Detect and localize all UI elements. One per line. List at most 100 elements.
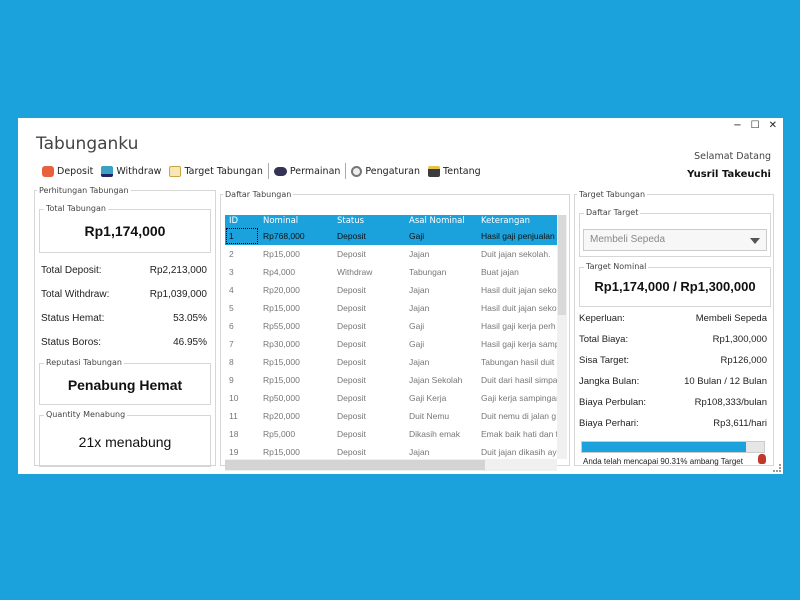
stat-status-hemat: Status Hemat: 53.05% — [41, 313, 207, 324]
reputasi-label: Reputasi Tabungan — [44, 358, 124, 367]
target-tabungan-button[interactable]: Target Tabungan — [165, 162, 266, 180]
stat-value: Rp2,213,000 — [149, 265, 207, 276]
tabungan-grid[interactable]: ID Nominal Status Asal Nominal Keteranga… — [225, 215, 557, 471]
target-nominal-box: Target Nominal Rp1,174,000 / Rp1,300,000 — [579, 262, 771, 307]
toolbar-divider — [345, 163, 347, 179]
column-header[interactable]: Keterangan — [477, 215, 557, 227]
selected-target: Membeli Sepeda — [590, 234, 666, 245]
column-header[interactable]: ID — [225, 215, 259, 227]
resize-grip-icon[interactable] — [773, 464, 781, 472]
target-tabungan-panel: Target Tabungan Daftar Target Membeli Se… — [574, 190, 774, 466]
column-header[interactable]: Asal Nominal — [405, 215, 477, 227]
permainan-label: Permainan — [289, 165, 341, 177]
table-cell: Hasil duit jajan seko — [481, 285, 557, 295]
table-cell: Duit Nemu — [409, 411, 450, 421]
detail-jangka-bulan: Jangka Bulan: 10 Bulan / 12 Bulan — [579, 376, 767, 387]
table-row[interactable]: 1 Rp768,000 Deposit Gaji Hasil gaji penjuala… — [225, 227, 557, 245]
app-title: Tabunganku — [36, 134, 139, 154]
column-header[interactable]: Nominal — [259, 215, 333, 227]
table-cell: Duit dari hasil simpa — [481, 375, 557, 385]
vertical-scrollbar[interactable] — [557, 215, 567, 459]
table-cell: Rp55,000 — [263, 321, 300, 331]
stat-label: Status Boros: — [41, 337, 102, 348]
detail-keperluan: Keperluan: Membeli Sepeda — [579, 313, 767, 324]
scroll-thumb[interactable] — [225, 460, 485, 470]
withdraw-icon — [101, 165, 114, 177]
app-window: Tabunganku − ☐ ✕ Selamat Datang Yusril T… — [18, 118, 783, 474]
table-cell: Gaji — [409, 321, 425, 331]
table-cell: 18 — [229, 429, 239, 439]
minimize-button[interactable]: − — [733, 120, 741, 131]
target-tabungan-label: Target Tabungan — [184, 165, 263, 177]
daftar-tabungan-panel: Daftar Tabungan ID Nominal Status Asal N… — [220, 190, 570, 471]
close-button[interactable]: ✕ — [769, 120, 777, 131]
trophy-icon — [758, 454, 766, 464]
table-header: ID Nominal Status Asal Nominal Keteranga… — [225, 215, 557, 227]
table-cell: 8 — [229, 357, 234, 367]
table-row[interactable]: 8 Rp15,000 Deposit Jajan Tabungan hasil duit — [225, 353, 557, 371]
table-cell: Rp15,000 — [263, 375, 300, 385]
horizontal-scrollbar[interactable] — [225, 459, 557, 471]
permainan-button[interactable]: Permainan — [270, 162, 345, 180]
table-cell: Withdraw — [337, 267, 373, 277]
detail-biaya-perhari: Biaya Perhari: Rp3,611/hari — [579, 418, 767, 429]
table-row[interactable]: 5 Rp15,000 Deposit Jajan Hasil duit jajan se… — [225, 299, 557, 317]
detail-label: Biaya Perbulan: — [579, 397, 647, 408]
pengaturan-label: Pengaturan — [365, 165, 421, 177]
table-cell: Gaji — [409, 339, 425, 349]
target-nominal-label: Target Nominal — [584, 262, 649, 271]
detail-sisa-target: Sisa Target: Rp126,000 — [579, 355, 767, 366]
table-cell: Hasil gaji kerja perh — [481, 321, 556, 331]
deposit-button[interactable]: Deposit — [38, 162, 97, 180]
detail-label: Keperluan: — [579, 313, 625, 324]
table-cell: Rp50,000 — [263, 393, 300, 403]
pengaturan-button[interactable]: Pengaturan — [347, 162, 424, 180]
gear-icon — [351, 165, 363, 177]
maximize-button[interactable]: ☐ — [751, 120, 760, 131]
table-row[interactable]: 10 Rp50,000 Deposit Gaji Kerja Gaji kerja sa… — [225, 389, 557, 407]
target-tabungan-legend: Target Tabungan — [579, 190, 646, 199]
perhitungan-panel: Perhitungan Tabungan Total Tabungan Rp1,… — [34, 186, 216, 467]
tentang-button[interactable]: Tentang — [424, 162, 485, 180]
total-tabungan-label: Total Tabungan — [44, 204, 108, 213]
table-cell: Deposit — [337, 429, 366, 439]
table-row[interactable]: 11 Rp20,000 Deposit Duit Nemu Duit nemu di j… — [225, 407, 557, 425]
table-cell: Deposit — [337, 393, 366, 403]
table-cell: Rp768,000 — [259, 227, 333, 245]
table-row[interactable]: 18 Rp5,000 Deposit Dikasih emak Emak baik ha… — [225, 425, 557, 443]
welcome-text: Selamat Datang — [694, 151, 771, 162]
target-progress-bar — [581, 441, 765, 453]
table-cell: Duit nemu di jalan g — [481, 411, 557, 421]
table-row[interactable]: 6 Rp55,000 Deposit Gaji Hasil gaji kerja per… — [225, 317, 557, 335]
toolbar: Deposit Withdraw Target Tabungan Permain… — [38, 162, 485, 180]
detail-value: Rp126,000 — [720, 355, 767, 366]
toolbar-divider — [267, 163, 269, 179]
table-cell: Tabungan — [409, 267, 447, 277]
table-row[interactable]: 2 Rp15,000 Deposit Jajan Duit jajan sekolah. — [225, 245, 557, 263]
table-cell: Tabungan hasil duit — [481, 357, 555, 367]
stat-label: Total Withdraw: — [41, 289, 110, 300]
withdraw-label: Withdraw — [116, 165, 162, 177]
table-cell: 11 — [229, 411, 238, 421]
table-row[interactable]: 3 Rp4,000 Withdraw Tabungan Buat jajan — [225, 263, 557, 281]
table-cell: Gaji kerja sampingar — [481, 393, 557, 403]
table-cell: 6 — [229, 321, 234, 331]
table-cell: Duit jajan sekolah. — [481, 249, 551, 259]
window-controls: − ☐ ✕ — [733, 120, 777, 131]
table-cell: Gaji — [405, 227, 477, 245]
table-row[interactable]: 9 Rp15,000 Deposit Jajan Sekolah Duit dari h… — [225, 371, 557, 389]
table-cell: Buat jajan — [481, 267, 519, 277]
reputasi-value: Penabung Hemat — [67, 377, 183, 393]
target-select[interactable]: Membeli Sepeda — [583, 229, 767, 251]
column-header[interactable]: Status — [333, 215, 405, 227]
about-icon — [428, 165, 441, 177]
table-cell: Dikasih emak — [409, 429, 461, 439]
table-row[interactable]: 4 Rp20,000 Deposit Jajan Hasil duit jajan se… — [225, 281, 557, 299]
detail-label: Biaya Perhari: — [579, 418, 639, 429]
withdraw-button[interactable]: Withdraw — [97, 162, 165, 180]
scroll-thumb[interactable] — [558, 215, 566, 315]
progress-fill — [582, 442, 747, 452]
quantity-value: 21x menabung — [78, 434, 172, 450]
table-row[interactable]: 7 Rp30,000 Deposit Gaji Hasil gaji kerja sam… — [225, 335, 557, 353]
table-cell: Jajan — [409, 357, 430, 367]
